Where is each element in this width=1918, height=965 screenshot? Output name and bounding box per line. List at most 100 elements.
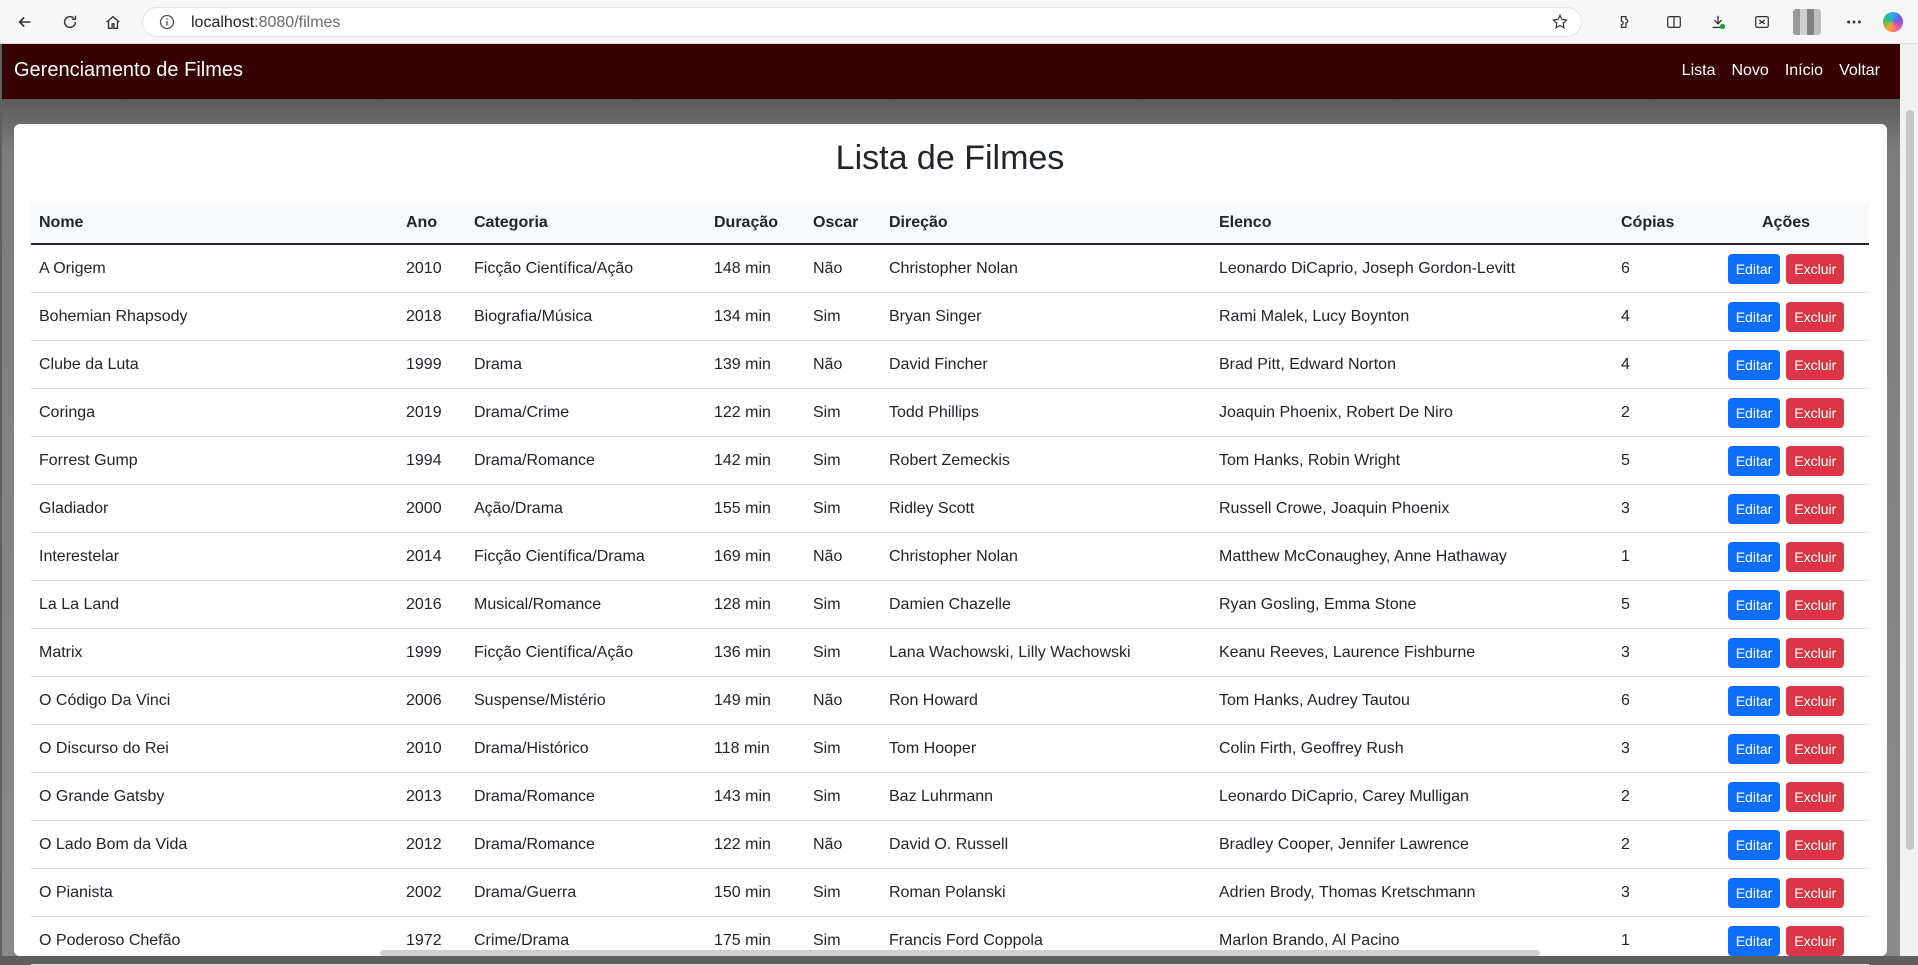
cell-categoria: Drama/Romance: [466, 436, 706, 485]
delete-button[interactable]: Excluir: [1786, 301, 1845, 332]
delete-button[interactable]: Excluir: [1786, 925, 1845, 956]
navbar-links: Lista Novo Início Voltar: [1682, 62, 1880, 80]
split-screen-icon[interactable]: [1663, 11, 1685, 33]
back-icon[interactable]: [12, 9, 38, 35]
favorite-star-icon[interactable]: [1551, 13, 1569, 31]
cell-duracao: 136 min: [706, 628, 805, 677]
edit-button[interactable]: Editar: [1727, 829, 1781, 860]
reload-icon[interactable]: [57, 9, 83, 35]
cell-elenco: Adrien Brody, Thomas Kretschmann: [1211, 868, 1613, 917]
profile-avatar[interactable]: [1793, 9, 1821, 35]
cell-oscar: Sim: [805, 388, 881, 437]
cell-elenco: Russell Crowe, Joaquin Phoenix: [1211, 484, 1613, 533]
cell-categoria: Biografia/Música: [466, 292, 706, 341]
cell-acoes: Editar Excluir: [1703, 724, 1869, 773]
cell-nome: O Pianista: [31, 868, 398, 917]
nav-link-novo[interactable]: Novo: [1731, 62, 1768, 80]
cell-copias: 1: [1613, 916, 1703, 965]
edit-button[interactable]: Editar: [1727, 589, 1781, 620]
cell-duracao: 142 min: [706, 436, 805, 485]
delete-button[interactable]: Excluir: [1786, 637, 1845, 668]
nav-link-voltar[interactable]: Voltar: [1839, 62, 1880, 80]
cell-elenco: Rami Malek, Lucy Boynton: [1211, 292, 1613, 341]
more-options-icon[interactable]: [1843, 11, 1865, 33]
edit-button[interactable]: Editar: [1727, 637, 1781, 668]
copilot-icon[interactable]: [1883, 12, 1903, 32]
cell-acoes: Editar Excluir: [1703, 628, 1869, 677]
delete-button[interactable]: Excluir: [1786, 877, 1845, 908]
edit-button[interactable]: Editar: [1727, 397, 1781, 428]
cell-elenco: Brad Pitt, Edward Norton: [1211, 340, 1613, 389]
table-header: Nome Ano Categoria Duração Oscar Direção…: [31, 203, 1869, 245]
info-icon[interactable]: [159, 14, 175, 30]
edit-button[interactable]: Editar: [1727, 349, 1781, 380]
home-icon[interactable]: [100, 9, 126, 35]
cell-acoes: Editar Excluir: [1703, 244, 1869, 293]
cell-nome: Matrix: [31, 628, 398, 677]
delete-button[interactable]: Excluir: [1786, 493, 1845, 524]
delete-button[interactable]: Excluir: [1786, 253, 1845, 284]
cell-oscar: Sim: [805, 436, 881, 485]
scrollbar-thumb[interactable]: [1906, 110, 1914, 850]
navbar-brand[interactable]: Gerenciamento de Filmes: [14, 59, 243, 82]
edit-button[interactable]: Editar: [1727, 301, 1781, 332]
delete-button[interactable]: Excluir: [1786, 829, 1845, 860]
edit-button[interactable]: Editar: [1727, 925, 1781, 956]
cell-categoria: Drama/Romance: [466, 772, 706, 821]
cell-copias: 1: [1613, 532, 1703, 581]
cell-acoes: Editar Excluir: [1703, 292, 1869, 341]
cell-copias: 3: [1613, 868, 1703, 917]
edit-button[interactable]: Editar: [1727, 781, 1781, 812]
address-bar[interactable]: localhost:8080/filmes: [142, 7, 1582, 37]
cell-copias: 4: [1613, 292, 1703, 341]
delete-button[interactable]: Excluir: [1786, 445, 1845, 476]
delete-button[interactable]: Excluir: [1786, 349, 1845, 380]
url-path: :8080/filmes: [254, 14, 341, 31]
table-row: Clube da Luta 1999 Drama 139 min Não David Fi…: [31, 340, 1869, 389]
url-host: localhost: [191, 14, 255, 31]
cell-categoria: Suspense/Mistério: [466, 676, 706, 725]
cell-copias: 3: [1613, 724, 1703, 773]
cell-direcao: Christopher Nolan: [881, 244, 1211, 293]
edit-button[interactable]: Editar: [1727, 877, 1781, 908]
cell-duracao: 175 min: [706, 916, 805, 965]
delete-button[interactable]: Excluir: [1786, 397, 1845, 428]
cell-categoria: Drama: [466, 340, 706, 389]
cell-direcao: Ridley Scott: [881, 484, 1211, 533]
nav-link-inicio[interactable]: Início: [1785, 62, 1823, 80]
url-text[interactable]: localhost:8080/filmes: [191, 14, 340, 32]
edit-button[interactable]: Editar: [1727, 685, 1781, 716]
cell-acoes: Editar Excluir: [1703, 436, 1869, 485]
screenshot-icon[interactable]: [1751, 11, 1773, 33]
cell-nome: O Discurso do Rei: [31, 724, 398, 773]
edit-button[interactable]: Editar: [1727, 541, 1781, 572]
cell-oscar: Não: [805, 820, 881, 869]
extensions-icon[interactable]: [1614, 11, 1636, 33]
edit-button[interactable]: Editar: [1727, 493, 1781, 524]
edit-button[interactable]: Editar: [1727, 445, 1781, 476]
cell-copias: 4: [1613, 340, 1703, 389]
vertical-scrollbar[interactable]: [1900, 44, 1918, 956]
nav-link-lista[interactable]: Lista: [1682, 62, 1716, 80]
cell-copias: 6: [1613, 676, 1703, 725]
edit-button[interactable]: Editar: [1727, 733, 1781, 764]
delete-button[interactable]: Excluir: [1786, 541, 1845, 572]
cell-categoria: Musical/Romance: [466, 580, 706, 629]
cell-acoes: Editar Excluir: [1703, 820, 1869, 869]
delete-button[interactable]: Excluir: [1786, 589, 1845, 620]
table-row: O Grande Gatsby 2013 Drama/Romance 143 min S…: [31, 772, 1869, 821]
cell-direcao: Ron Howard: [881, 676, 1211, 725]
cell-nome: O Código Da Vinci: [31, 676, 398, 725]
table-row: Bohemian Rhapsody 2018 Biografia/Música 134…: [31, 292, 1869, 341]
delete-button[interactable]: Excluir: [1786, 685, 1845, 716]
cell-oscar: Não: [805, 340, 881, 389]
delete-button[interactable]: Excluir: [1786, 781, 1845, 812]
delete-button[interactable]: Excluir: [1786, 733, 1845, 764]
cell-ano: 2006: [398, 676, 466, 725]
cell-direcao: Roman Polanski: [881, 868, 1211, 917]
horizontal-scrollbar[interactable]: [380, 950, 1540, 956]
cell-duracao: 148 min: [706, 244, 805, 293]
edit-button[interactable]: Editar: [1727, 253, 1781, 284]
downloads-icon[interactable]: [1707, 11, 1729, 33]
table-row: O Discurso do Rei 2010 Drama/Histórico 118 …: [31, 724, 1869, 773]
